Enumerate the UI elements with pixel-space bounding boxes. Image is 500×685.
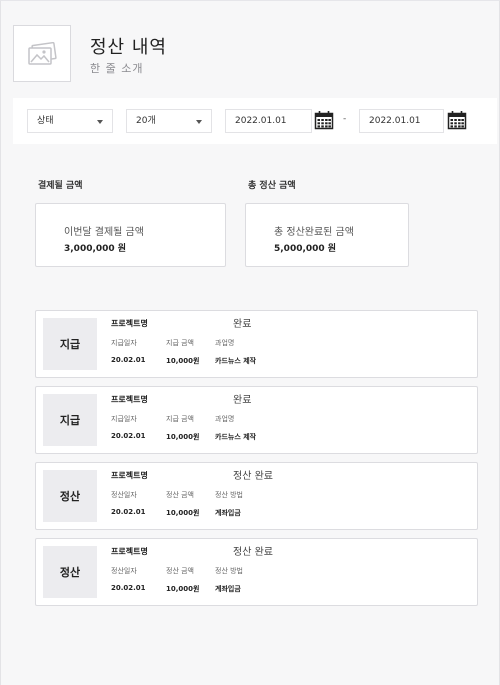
amount-value: 10,000원 bbox=[166, 433, 200, 441]
count-select[interactable]: 20개 bbox=[126, 109, 212, 133]
page-title: 정산 내역 bbox=[90, 37, 167, 58]
date-value: 20.02.01 bbox=[111, 508, 146, 516]
chevron-down-icon bbox=[196, 120, 202, 124]
method-header: 정산 방법 bbox=[215, 567, 243, 575]
status-text: 완료 bbox=[233, 319, 252, 330]
status-text: 정산 완료 bbox=[233, 471, 273, 482]
payable-amount-value: 3,000,000 원 bbox=[64, 244, 127, 254]
list-item[interactable]: 정산 프로젝트명 정산 완료 정산일자 정산 금액 정산 방법 20.02.01… bbox=[35, 462, 478, 530]
project-name: 프로젝트명 bbox=[111, 547, 148, 556]
status-text: 정산 완료 bbox=[233, 547, 273, 558]
calendar-icon[interactable] bbox=[314, 110, 334, 130]
list-item[interactable]: 정산 프로젝트명 정산 완료 정산일자 정산 금액 정산 방법 20.02.01… bbox=[35, 538, 478, 606]
status-select-label: 상태 bbox=[37, 116, 54, 126]
status-select[interactable]: 상태 bbox=[27, 109, 113, 133]
page-subtitle: 한 줄 소개 bbox=[90, 62, 144, 75]
status-text: 완료 bbox=[233, 395, 252, 406]
amount-value: 10,000원 bbox=[166, 585, 200, 593]
payable-amount-label: 이번달 결제될 금액 bbox=[64, 227, 144, 238]
amount-header: 정산 금액 bbox=[166, 491, 194, 499]
amount-value: 10,000원 bbox=[166, 509, 200, 517]
settled-amount-label: 총 정산완료된 금액 bbox=[274, 227, 354, 238]
list-item[interactable]: 지급 프로젝트명 완료 지급일자 지급 금액 과업명 20.02.01 10,0… bbox=[35, 310, 478, 378]
date-header: 지급일자 bbox=[111, 415, 137, 423]
amount-header: 지급 금액 bbox=[166, 415, 194, 423]
list-item[interactable]: 지급 프로젝트명 완료 지급일자 지급 금액 과업명 20.02.01 10,0… bbox=[35, 386, 478, 454]
project-name: 프로젝트명 bbox=[111, 319, 148, 328]
task-value: 카드뉴스 제작 bbox=[215, 357, 257, 365]
date-value: 20.02.01 bbox=[111, 432, 146, 440]
amount-value: 10,000원 bbox=[166, 357, 200, 365]
amount-header: 정산 금액 bbox=[166, 567, 194, 575]
date-value: 20.02.01 bbox=[111, 356, 146, 364]
task-header: 과업명 bbox=[215, 339, 235, 347]
project-name: 프로젝트명 bbox=[111, 471, 148, 480]
type-badge: 지급 bbox=[43, 394, 97, 446]
type-badge: 지급 bbox=[43, 318, 97, 370]
filter-bar: 상태 20개 2022.01.01 - 2022.01.01 bbox=[13, 98, 497, 144]
task-value: 카드뉴스 제작 bbox=[215, 433, 257, 441]
date-header: 정산일자 bbox=[111, 491, 137, 499]
project-name: 프로젝트명 bbox=[111, 395, 148, 404]
date-header: 정산일자 bbox=[111, 567, 137, 575]
type-badge: 정산 bbox=[43, 470, 97, 522]
chevron-down-icon bbox=[97, 120, 103, 124]
method-header: 정산 방법 bbox=[215, 491, 243, 499]
payable-section-label: 결제될 금액 bbox=[38, 181, 83, 191]
date-separator: - bbox=[343, 114, 347, 124]
type-badge: 정산 bbox=[43, 546, 97, 598]
end-date-input[interactable]: 2022.01.01 bbox=[359, 109, 444, 133]
settled-amount-value: 5,000,000 원 bbox=[274, 244, 337, 254]
date-header: 지급일자 bbox=[111, 339, 137, 347]
settled-section-label: 총 정산 금액 bbox=[248, 181, 296, 191]
amount-header: 지급 금액 bbox=[166, 339, 194, 347]
method-value: 계좌입금 bbox=[215, 585, 241, 593]
start-date-input[interactable]: 2022.01.01 bbox=[225, 109, 312, 133]
settled-amount-card: 총 정산완료된 금액 5,000,000 원 bbox=[245, 203, 409, 267]
image-placeholder-icon bbox=[13, 25, 71, 82]
task-header: 과업명 bbox=[215, 415, 235, 423]
method-value: 계좌입금 bbox=[215, 509, 241, 517]
calendar-icon[interactable] bbox=[447, 110, 467, 130]
payable-amount-card: 이번달 결제될 금액 3,000,000 원 bbox=[35, 203, 226, 267]
date-value: 20.02.01 bbox=[111, 584, 146, 592]
count-select-label: 20개 bbox=[136, 116, 156, 126]
